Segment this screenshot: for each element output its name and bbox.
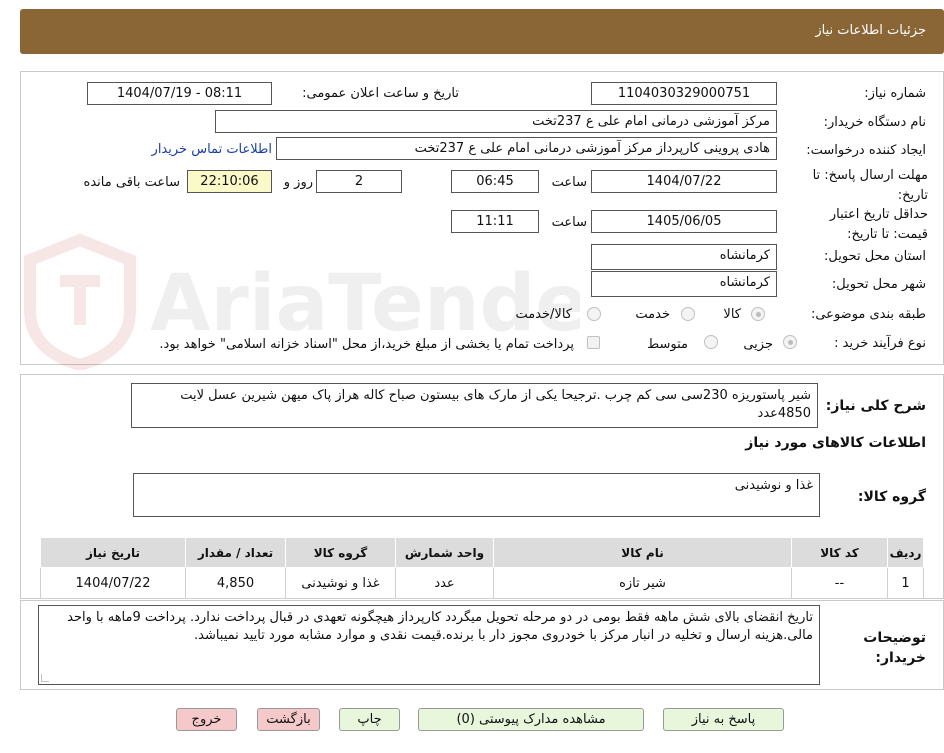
category-option-goods-service: کالا/خدمت: [515, 307, 572, 322]
process-option-minor: جزیی: [743, 337, 773, 352]
page-header: جزئیات اطلاعات نیاز: [20, 9, 944, 54]
city-field: کرمانشاه: [591, 271, 777, 297]
process-option-medium: متوسط: [647, 337, 688, 352]
table-header-row: ردیف کد کالا نام کالا واحد شمارش گروه کا…: [40, 537, 924, 568]
deadline-time-label: ساعت: [551, 175, 587, 190]
buyer-notes-textarea[interactable]: تاریخ انقضای بالای شش ماهه فقط بومی در د…: [38, 605, 820, 685]
cell-goods-code: --: [791, 567, 888, 599]
remaining-time-field: 22:10:06: [187, 170, 272, 193]
creator-label: ایجاد کننده درخواست:: [806, 143, 926, 158]
category-radio-service[interactable]: [681, 307, 695, 321]
description-textarea[interactable]: شیر پاستوریزه 230سی سی کم چرب .ترجیحا یک…: [131, 383, 818, 428]
description-label: شرح کلی نیاز:: [825, 398, 926, 414]
col-header-goods-name: نام کالا: [493, 537, 792, 568]
process-label: نوع فرآیند خرید :: [834, 336, 926, 351]
province-label: استان محل تحویل:: [824, 249, 926, 264]
category-radio-goods[interactable]: [751, 307, 765, 321]
goods-group-field[interactable]: غذا و نوشیدنی: [133, 473, 820, 517]
payment-note: پرداخت تمام یا بخشی از مبلغ خرید،از محل …: [159, 337, 574, 352]
cell-quantity: 4,850: [185, 567, 286, 599]
need-number-label: شماره نیاز:: [864, 86, 926, 101]
attachments-button[interactable]: مشاهده مدارک پیوستی (0): [418, 708, 644, 731]
items-table: ردیف کد کالا نام کالا واحد شمارش گروه کا…: [40, 537, 924, 599]
process-radio-minor[interactable]: [783, 335, 797, 349]
process-radio-medium[interactable]: [704, 335, 718, 349]
buyer-org-field: مرکز آموزشی درمانی امام علی ع 237تخت: [215, 110, 777, 133]
table-row: 1 -- شیر تازه عدد غذا و نوشیدنی 4,850 14…: [40, 567, 924, 599]
goods-group-label: گروه کالا:: [857, 489, 926, 505]
deadline-label: مهلت ارسال پاسخ: تا تاریخ:: [812, 168, 928, 203]
col-header-goods-group: گروه کالا: [285, 537, 396, 568]
category-option-goods: کالا: [723, 307, 741, 322]
category-option-service: خدمت: [635, 307, 670, 322]
deadline-time-field: 06:45: [451, 170, 539, 193]
remaining-label: ساعت باقی مانده: [83, 175, 180, 190]
days-field: 2: [316, 170, 402, 193]
deadline-date-field: 1404/07/22: [591, 170, 777, 193]
buyer-contact-link[interactable]: اطلاعات تماس خریدار: [152, 142, 272, 157]
respond-button[interactable]: پاسخ به نیاز: [663, 708, 784, 731]
buyer-notes-label: توضیحات خریدار:: [863, 630, 926, 666]
resize-grip-icon[interactable]: [41, 674, 49, 682]
category-radio-goods-service[interactable]: [587, 307, 601, 321]
buyer-org-label: نام دستگاه خریدار:: [823, 115, 926, 130]
page-title: جزئیات اطلاعات نیاز: [815, 23, 926, 38]
city-label: شهر محل تحویل:: [831, 277, 926, 292]
validity-label: حداقل تاریخ اعتبار قیمت: تا تاریخ:: [829, 207, 928, 242]
col-header-unit: واحد شمارش: [395, 537, 494, 568]
cell-row-number: 1: [887, 567, 924, 599]
col-header-quantity: تعداد / مقدار: [185, 537, 286, 568]
cell-goods-group: غذا و نوشیدنی: [285, 567, 396, 599]
goods-section-title: اطلاعات کالاهای مورد نیاز: [745, 435, 926, 451]
buyer-notes-text: تاریخ انقضای بالای شش ماهه فقط بومی در د…: [67, 610, 813, 643]
col-header-goods-code: کد کالا: [791, 537, 888, 568]
back-button[interactable]: بازگشت: [257, 708, 320, 731]
validity-date-field: 1405/06/05: [591, 210, 777, 233]
days-label: روز و: [283, 175, 313, 190]
province-field: کرمانشاه: [591, 244, 777, 270]
col-header-row-number: ردیف: [887, 537, 924, 568]
validity-time-field: 11:11: [451, 210, 539, 233]
cell-need-date: 1404/07/22: [40, 567, 186, 599]
announce-label: تاریخ و ساعت اعلان عمومی:: [302, 86, 459, 101]
cell-goods-name: شیر تازه: [493, 567, 792, 599]
col-header-need-date: تاریخ نیاز: [40, 537, 186, 568]
need-number-field: 1104030329000751: [591, 82, 777, 105]
validity-time-label: ساعت: [551, 215, 587, 230]
treasury-checkbox[interactable]: [587, 336, 600, 349]
creator-field: هادی پروینی کارپرداز مرکز آموزشی درمانی …: [276, 137, 777, 160]
exit-button[interactable]: خروج: [176, 708, 237, 731]
category-label: طبقه بندی موضوعی:: [810, 307, 926, 322]
print-button[interactable]: چاپ: [339, 708, 400, 731]
announce-field: 1404/07/19 - 08:11: [87, 82, 272, 105]
cell-unit: عدد: [395, 567, 494, 599]
